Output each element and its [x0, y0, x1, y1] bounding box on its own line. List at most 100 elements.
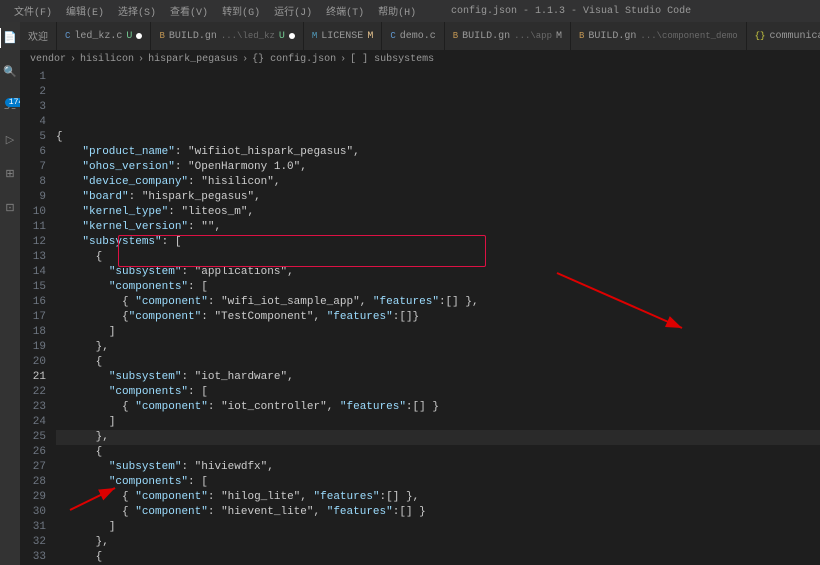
menu-item[interactable]: 终端(T) — [320, 1, 370, 21]
line-number: 12 — [20, 235, 46, 250]
line-number: 22 — [20, 385, 46, 400]
line-number: 28 — [20, 475, 46, 490]
code-line[interactable]: {"component": "TestComponent", "features… — [56, 310, 820, 325]
line-number: 25 — [20, 430, 46, 445]
editor-tab[interactable]: {}communication.jsc — [747, 22, 820, 50]
tab-bar: 欢迎 Cled_kz.cUBBUILD.gn...\led_kzU M LICENSE… — [20, 22, 820, 50]
menu-item[interactable]: 转到(G) — [216, 1, 266, 21]
editor-tab[interactable]: 欢迎 — [20, 22, 57, 50]
titlebar: 文件(F)编辑(E)选择(S)查看(V)转到(G)运行(J)终端(T)帮助(H)… — [0, 0, 820, 22]
code-content[interactable]: { "product_name": "wifiiot_hispark_pegas… — [56, 68, 820, 565]
editor-tab[interactable]: Cled_kz.cU — [57, 22, 151, 50]
menu-item[interactable]: 运行(J) — [268, 1, 318, 21]
code-line[interactable]: "board": "hispark_pegasus", — [56, 190, 820, 205]
code-line[interactable]: "kernel_type": "liteos_m", — [56, 205, 820, 220]
code-line[interactable]: "subsystem": "iot_hardware", — [56, 370, 820, 385]
line-number: 30 — [20, 505, 46, 520]
breadcrumb-segment[interactable]: [ ] subsystems — [350, 54, 434, 65]
explorer-icon[interactable]: 📄 — [0, 28, 19, 48]
code-line[interactable]: { — [56, 445, 820, 460]
breadcrumb-segment[interactable]: vendor — [30, 54, 66, 65]
menu-item[interactable]: 帮助(H) — [372, 1, 422, 21]
code-line[interactable]: ] — [56, 415, 820, 430]
tab-label: demo.c — [400, 31, 436, 42]
window-title: config.json - 1.1.3 - Visual Studio Code — [422, 6, 720, 17]
code-line[interactable]: ] — [56, 325, 820, 340]
search-icon[interactable]: 🔍 — [0, 62, 20, 82]
code-line[interactable]: "product_name": "wifiiot_hispark_pegasus… — [56, 145, 820, 160]
source-control-icon[interactable]: ⎇174 — [0, 96, 20, 116]
line-number: 19 — [20, 340, 46, 355]
file-icon: M — [312, 31, 317, 41]
line-number: 18 — [20, 325, 46, 340]
line-number: 32 — [20, 535, 46, 550]
modified-dot-icon — [289, 33, 295, 39]
breadcrumb[interactable]: vendor›hisilicon›hispark_pegasus›{} conf… — [20, 50, 820, 68]
editor-tab[interactable]: BBUILD.gn...\component_demo — [571, 22, 747, 50]
line-number: 4 — [20, 115, 46, 130]
menu-item[interactable]: 选择(S) — [112, 1, 162, 21]
menu-item[interactable]: 编辑(E) — [60, 1, 110, 21]
tab-status: M — [367, 31, 373, 42]
remote-icon[interactable]: ⊡ — [0, 198, 20, 218]
menu-bar: 文件(F)编辑(E)选择(S)查看(V)转到(G)运行(J)终端(T)帮助(H) — [0, 1, 422, 21]
editor-tab[interactable]: M LICENSE M — [304, 22, 382, 50]
editor-tab[interactable]: Cdemo.c — [382, 22, 444, 50]
code-line[interactable]: "device_company": "hisilicon", — [56, 175, 820, 190]
tab-label: LICENSE — [321, 31, 363, 42]
tab-label: BUILD.gn — [588, 31, 636, 42]
code-line[interactable]: { "component": "wifi_iot_sample_app", "f… — [56, 295, 820, 310]
menu-item[interactable]: 查看(V) — [164, 1, 214, 21]
breadcrumb-segment[interactable]: hisilicon — [80, 54, 134, 65]
code-line[interactable]: "kernel_version": "", — [56, 220, 820, 235]
line-number: 6 — [20, 145, 46, 160]
code-line[interactable]: { — [56, 130, 820, 145]
file-icon: B — [159, 31, 164, 41]
breadcrumb-segment[interactable]: {} config.json — [252, 54, 336, 65]
file-icon: {} — [755, 31, 766, 41]
tab-label: BUILD.gn — [462, 31, 510, 42]
code-line[interactable]: "subsystem": "applications", — [56, 265, 820, 280]
extensions-icon[interactable]: ⊞ — [0, 164, 20, 184]
editor-area: 欢迎 Cled_kz.cUBBUILD.gn...\led_kzU M LICENSE… — [20, 22, 820, 565]
code-line[interactable]: { — [56, 355, 820, 370]
code-line[interactable]: { "component": "hilog_lite", "features":… — [56, 490, 820, 505]
code-line[interactable]: { "component": "iot_controller", "featur… — [56, 400, 820, 415]
line-number: 9 — [20, 190, 46, 205]
line-number: 31 — [20, 520, 46, 535]
code-line[interactable]: "subsystem": "hiviewdfx", — [56, 460, 820, 475]
code-editor[interactable]: 1234567891011121314151617181920212223242… — [20, 68, 820, 565]
line-number: 26 — [20, 445, 46, 460]
code-line[interactable]: { "component": "hievent_lite", "features… — [56, 505, 820, 520]
line-number: 24 — [20, 415, 46, 430]
line-number: 8 — [20, 175, 46, 190]
line-number: 17 — [20, 310, 46, 325]
tab-label: led_kz.c — [74, 31, 122, 42]
line-number: 16 — [20, 295, 46, 310]
line-number: 13 — [20, 250, 46, 265]
menu-item[interactable]: 文件(F) — [8, 1, 58, 21]
tab-label: 欢迎 — [28, 28, 48, 44]
code-line[interactable]: ] — [56, 520, 820, 535]
code-line[interactable]: "components": [ — [56, 280, 820, 295]
code-line[interactable]: "components": [ — [56, 475, 820, 490]
file-icon: B — [579, 31, 584, 41]
code-line[interactable]: }, — [56, 430, 820, 445]
file-icon: C — [390, 31, 395, 41]
code-line[interactable]: "ohos_version": "OpenHarmony 1.0", — [56, 160, 820, 175]
code-line[interactable]: }, — [56, 340, 820, 355]
activity-bar: 📄 🔍 ⎇174 ▷ ⊞ ⊡ — [0, 22, 20, 565]
line-number: 5 — [20, 130, 46, 145]
run-debug-icon[interactable]: ▷ — [0, 130, 20, 150]
code-line[interactable]: "components": [ — [56, 385, 820, 400]
breadcrumb-segment[interactable]: hispark_pegasus — [148, 54, 238, 65]
line-number: 14 — [20, 265, 46, 280]
modified-dot-icon — [136, 33, 142, 39]
line-number: 20 — [20, 355, 46, 370]
code-line[interactable]: }, — [56, 535, 820, 550]
editor-tab[interactable]: BBUILD.gn...\appM — [445, 22, 571, 50]
line-number: 7 — [20, 160, 46, 175]
line-number: 11 — [20, 220, 46, 235]
code-line[interactable]: { — [56, 550, 820, 565]
editor-tab[interactable]: BBUILD.gn...\led_kzU — [151, 22, 303, 50]
